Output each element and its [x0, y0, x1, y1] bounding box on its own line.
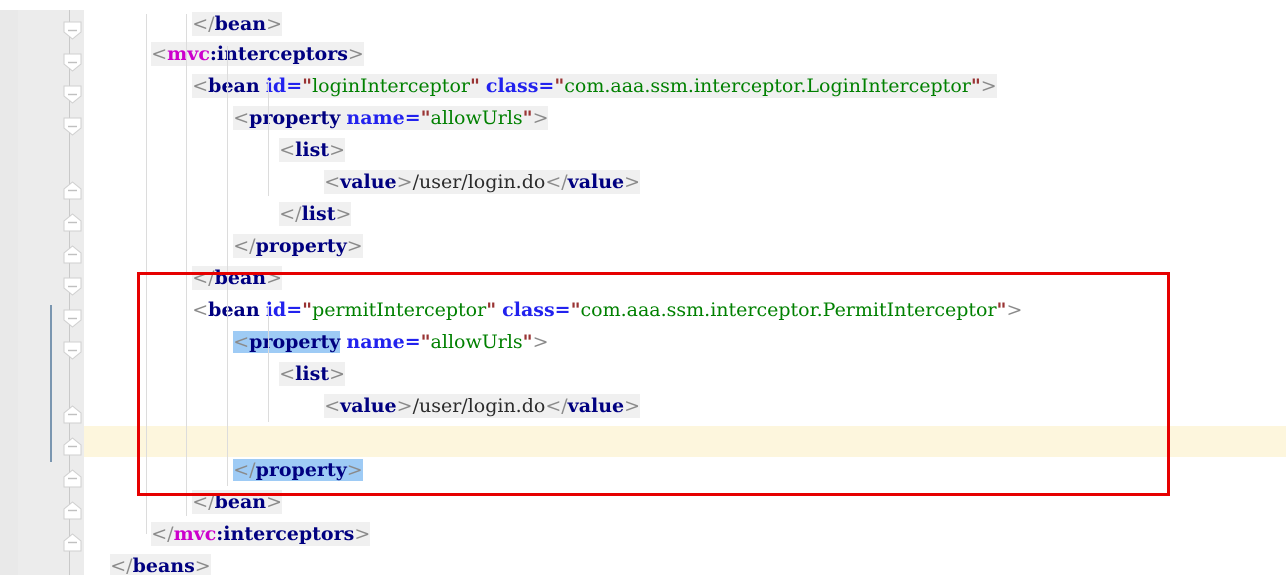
code-editor[interactable]: </bean> <mvc:interceptors> <bean id="log… [0, 0, 1286, 575]
code-text-area[interactable]: </bean> <mvc:interceptors> <bean id="log… [84, 0, 1286, 575]
code-line: </bean> [156, 456, 282, 514]
code-line: <bean id="permitInterceptor" class="com.… [156, 264, 1022, 321]
code-run: <value>/user/login.do</value> [324, 170, 641, 194]
fold-marker-expand[interactable] [62, 468, 83, 489]
editor-gutter-inner [18, 0, 56, 575]
token-tag: beans [132, 555, 195, 575]
code-run: <value>/user/login.do</value> [324, 394, 641, 418]
code-line: </list> [243, 392, 352, 450]
code-line: <list> [243, 104, 346, 162]
fold-marker-expand[interactable] [62, 244, 83, 265]
indent-guide-5 [268, 306, 269, 422]
fold-marker-expand[interactable] [62, 500, 83, 521]
code-line: <mvc:interceptors> [115, 8, 364, 66]
token-value: allowUrls [430, 107, 523, 129]
token-tag: :interceptors [216, 523, 355, 545]
indent-guide-3 [227, 46, 228, 486]
fold-marker-collapse[interactable] [62, 276, 83, 297]
fold-marker-collapse[interactable] [62, 84, 83, 105]
current-line-highlight [0, 426, 1286, 457]
indent-guide-2 [186, 14, 187, 516]
token-text: /user/login.do [412, 395, 546, 417]
token-attr: name [346, 331, 405, 353]
code-line: <value>/user/login.do</value> [288, 360, 641, 418]
token-text: /user/login.do [412, 171, 546, 193]
code-line: <bean id="loginInterceptor" class="com.a… [156, 40, 997, 98]
fold-marker-collapse[interactable] [62, 52, 83, 73]
code-line: <value>/user/login.do</value> [288, 136, 641, 194]
fold-marker-collapse[interactable] [62, 340, 83, 361]
code-line: </list> [243, 168, 352, 226]
fold-marker-expand[interactable] [62, 532, 83, 553]
fold-range-indicator [50, 305, 52, 462]
code-line: <property name="allowUrls"> [197, 72, 549, 130]
token-value: com.aaa.ssm.interceptor.PermitIntercepto… [580, 299, 997, 321]
token-tag: value [567, 395, 625, 417]
code-line: <list> [243, 328, 346, 386]
fold-marker-collapse[interactable] [62, 308, 83, 329]
code-run: name="allowUrls"> [346, 331, 549, 353]
code-line: </bean> [156, 232, 282, 290]
indent-guide-4 [268, 80, 269, 196]
code-line: </beans> [74, 520, 211, 575]
fold-marker-collapse[interactable] [62, 20, 83, 41]
token-value: allowUrls [430, 331, 523, 353]
fold-marker-expand[interactable] [62, 436, 83, 457]
fold-marker-expand[interactable] [62, 404, 83, 425]
indent-guide-1 [146, 14, 147, 534]
fold-marker-expand[interactable] [62, 212, 83, 233]
code-line: <property name="allowUrls"> [197, 296, 548, 353]
code-line: </mvc:interceptors> [115, 488, 371, 546]
editor-gutter-outer [0, 0, 18, 575]
token-value: com.aaa.ssm.interceptor.LoginInterceptor [564, 75, 971, 97]
fold-marker-expand[interactable] [62, 180, 83, 201]
token-tag: value [567, 171, 625, 193]
top-clip-mask [0, 0, 1286, 10]
fold-marker-collapse[interactable] [62, 116, 83, 137]
code-run: </beans> [110, 554, 211, 575]
token-attr: name [346, 107, 405, 129]
code-line: </property> [197, 200, 363, 258]
